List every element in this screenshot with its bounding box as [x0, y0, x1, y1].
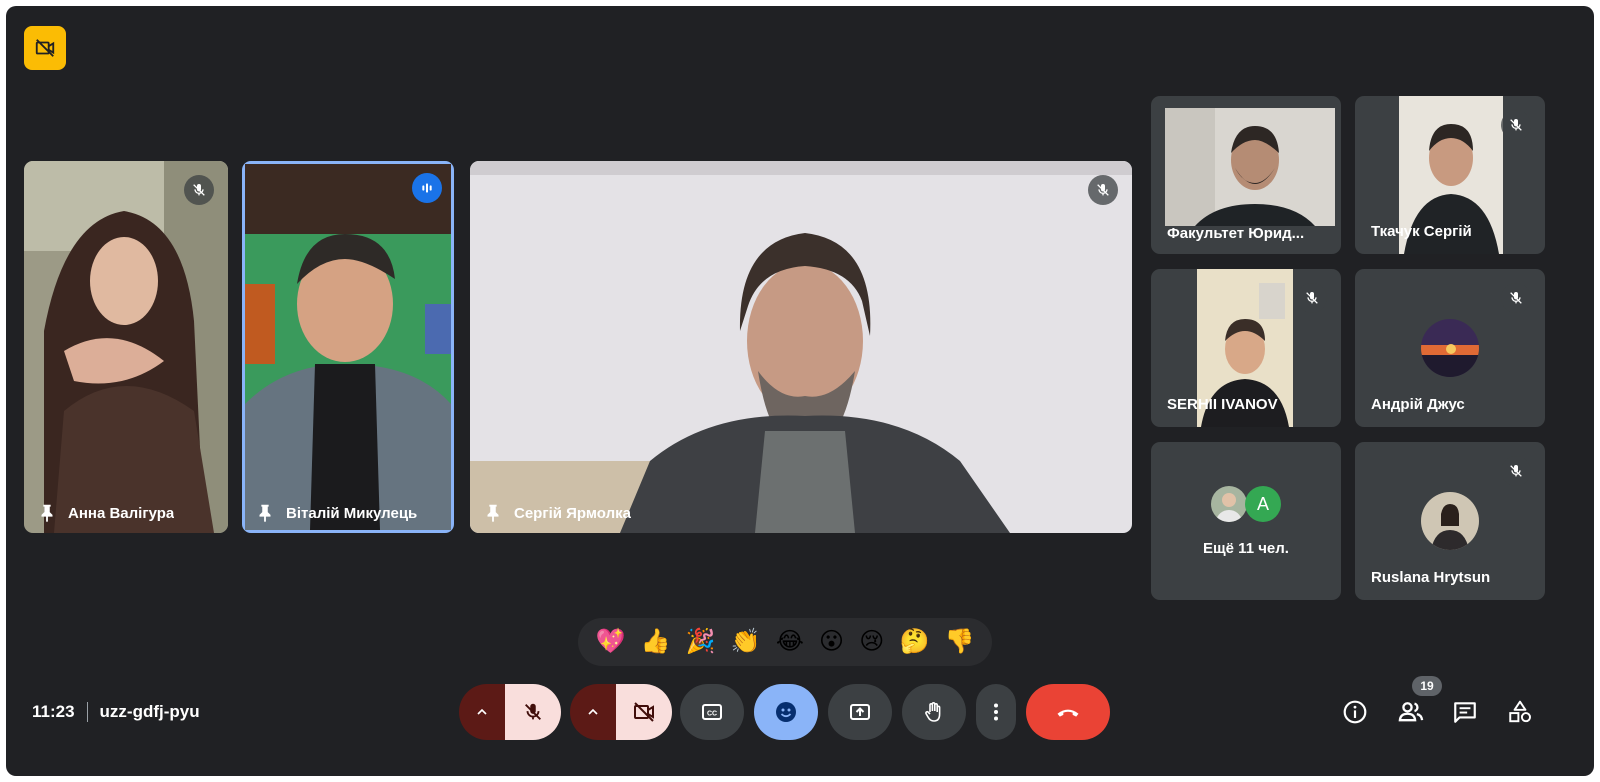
audio-level-icon [422, 183, 432, 193]
chat-icon [1454, 702, 1476, 723]
side-participant-tile[interactable]: Андрій Джус [1355, 269, 1545, 427]
svg-text:CC: CC [707, 711, 717, 718]
avatar [1211, 486, 1247, 522]
participant-video [245, 164, 451, 530]
raise-hand-icon [925, 702, 941, 722]
side-participant-tile[interactable]: Ruslana Hrytsun [1355, 442, 1545, 600]
more-participants-label: Ещё 11 чел. [1203, 540, 1289, 557]
participant-name-bar: Віталій Микулець [242, 493, 454, 533]
mic-toggle-button[interactable] [505, 684, 561, 740]
info-icon [1343, 700, 1367, 724]
no-recording-icon [35, 39, 55, 57]
participant-name: SERHII IVANOV [1167, 396, 1278, 413]
pin-icon[interactable] [482, 502, 504, 524]
reaction-clapping[interactable]: 👏 [731, 630, 761, 654]
end-call-icon [1057, 709, 1079, 717]
more-vert-icon [994, 703, 998, 721]
pin-icon[interactable] [254, 502, 276, 524]
audio-settings-button[interactable] [459, 684, 505, 740]
present-screen-icon [850, 704, 870, 720]
present-screen-button[interactable] [828, 684, 892, 740]
avatar-letter-text: A [1256, 493, 1269, 514]
participant-name: Факультет Юрид... [1167, 225, 1305, 242]
chevron-up-icon [477, 708, 487, 715]
mic-off-indicator [1297, 283, 1327, 313]
mic-off-icon [1306, 292, 1318, 304]
chevron-up-icon [588, 708, 598, 715]
video-settings-button[interactable] [570, 684, 616, 740]
avatar-letter: A [1245, 486, 1281, 522]
emoji-icon [776, 702, 796, 722]
meeting-time: 11:23 [32, 702, 75, 721]
meeting-info: 11:23 uzz-gdfj-pyu [32, 700, 200, 724]
chat-button[interactable] [1449, 696, 1481, 728]
side-participant-tile[interactable]: Ткачук Сергій [1355, 96, 1545, 254]
mic-control [459, 684, 561, 740]
videocam-off-icon [634, 702, 654, 722]
participant-video [24, 161, 228, 533]
mic-off-indicator [1088, 175, 1118, 205]
mic-off-indicator [1501, 283, 1531, 313]
participant-name: Віталій Микулець [286, 504, 418, 522]
end-call-button[interactable] [1026, 684, 1110, 740]
more-options-button[interactable] [976, 684, 1016, 740]
reactions-button[interactable] [754, 684, 818, 740]
avatar [1421, 319, 1479, 377]
speaking-indicator [412, 173, 442, 203]
participant-count-badge: 19 [1412, 676, 1442, 696]
activities-icon [1509, 700, 1531, 723]
captions-button[interactable]: CC [680, 684, 744, 740]
participant-tile[interactable]: Анна Валігура [24, 161, 228, 533]
participant-name: Ruslana Hrytsun [1371, 569, 1491, 586]
mic-off-icon [1510, 292, 1522, 304]
reaction-party-popper[interactable]: 🎉 [686, 630, 716, 654]
divider [86, 702, 88, 722]
participant-name: Ткачук Сергій [1371, 223, 1472, 240]
camera-toggle-button[interactable] [616, 684, 672, 740]
meet-window: Анна Валігура Віталій Микулець Сергій Яр… [6, 6, 1594, 776]
participant-name: Анна Валігура [68, 504, 175, 522]
mic-off-icon [525, 703, 541, 720]
more-participants-tile[interactable]: A Ещё 11 чел. [1151, 442, 1341, 600]
reactions-bar: 💖 👍 🎉 👏 😂 😮 😢 🤔 👎 [578, 618, 992, 666]
reaction-thinking[interactable]: 🤔 [899, 630, 929, 654]
reaction-thumbs-down[interactable]: 👎 [945, 630, 975, 654]
mic-off-indicator [1501, 456, 1531, 486]
participant-tile[interactable]: Сергій Ярмолка [470, 161, 1132, 533]
mic-off-icon [1097, 184, 1109, 196]
participant-name-bar: Сергій Ярмолка [470, 493, 1132, 533]
participant-name: Андрій Джус [1371, 396, 1465, 413]
meeting-details-button[interactable] [1339, 696, 1371, 728]
activities-button[interactable] [1504, 696, 1536, 728]
mic-off-icon [1510, 465, 1522, 477]
participant-tile-speaking[interactable]: Віталій Микулець [242, 161, 454, 533]
meeting-code[interactable]: uzz-gdfj-pyu [100, 702, 200, 722]
reaction-laughing[interactable]: 😂 [776, 630, 804, 654]
closed-caption-icon: CC [702, 704, 722, 720]
participant-video [470, 161, 1132, 533]
avatar [1421, 492, 1479, 550]
pin-icon[interactable] [36, 502, 58, 524]
mic-off-icon [1510, 119, 1522, 131]
participant-name: Сергій Ярмолка [514, 504, 631, 522]
people-button[interactable] [1395, 696, 1427, 728]
people-icon [1398, 702, 1424, 722]
mic-off-indicator [184, 175, 214, 205]
reaction-thumbs-up[interactable]: 👍 [641, 630, 671, 654]
mic-off-icon [193, 184, 205, 196]
raise-hand-button[interactable] [902, 684, 966, 740]
side-participant-tile[interactable]: Факультет Юрид... [1151, 96, 1341, 254]
participant-name-bar: Анна Валігура [24, 493, 228, 533]
side-participant-tile[interactable]: SERHII IVANOV [1151, 269, 1341, 427]
mic-off-indicator [1501, 110, 1531, 140]
reaction-sparkling-heart[interactable]: 💖 [596, 630, 626, 654]
participant-video [1165, 108, 1335, 226]
camera-control [570, 684, 672, 740]
reaction-surprised[interactable]: 😮 [819, 630, 844, 654]
reaction-crying[interactable]: 😢 [859, 630, 884, 654]
recording-off-badge[interactable] [24, 26, 66, 70]
